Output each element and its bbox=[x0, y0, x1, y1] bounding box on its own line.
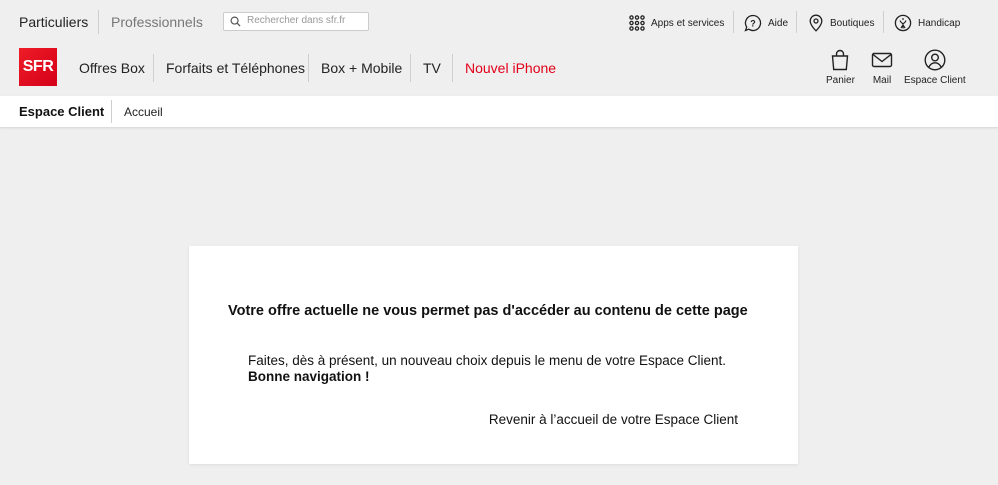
access-denied-card: Votre offre actuelle ne vous permet pas … bbox=[189, 246, 798, 464]
nav-box-mobile[interactable]: Box + Mobile bbox=[321, 60, 402, 76]
back-to-espace-client-link[interactable]: Revenir à l’accueil de votre Espace Clie… bbox=[489, 412, 738, 427]
sfr-logo[interactable]: SFR bbox=[19, 48, 57, 86]
help-bubble-icon: ? bbox=[744, 14, 762, 32]
shopping-bag-icon bbox=[832, 49, 849, 71]
nav-forfaits-telephones[interactable]: Forfaits et Téléphones bbox=[166, 60, 305, 76]
nav-divider bbox=[452, 54, 453, 82]
mail-label: Mail bbox=[872, 75, 892, 86]
user-icon bbox=[924, 49, 946, 71]
card-title: Votre offre actuelle ne vous permet pas … bbox=[228, 303, 748, 319]
search-input[interactable]: Rechercher dans sfr.fr bbox=[223, 12, 369, 31]
nav-divider bbox=[308, 54, 309, 82]
segment-divider bbox=[98, 10, 99, 34]
handicap-link[interactable]: Handicap bbox=[894, 12, 960, 34]
subbar-title: Espace Client bbox=[19, 104, 105, 119]
nav-offres-box[interactable]: Offres Box bbox=[79, 60, 145, 76]
search-placeholder: Rechercher dans sfr.fr bbox=[247, 15, 346, 26]
apps-services-label: Apps et services bbox=[651, 17, 725, 29]
card-signoff: Bonne navigation ! bbox=[248, 369, 370, 384]
mail-button[interactable]: Mail bbox=[871, 49, 893, 86]
map-pin-icon bbox=[809, 14, 823, 32]
aide-label: Aide bbox=[768, 17, 789, 29]
utility-divider bbox=[883, 11, 884, 33]
top-header: Particuliers Professionnels Rechercher d… bbox=[0, 0, 998, 96]
segment-particuliers[interactable]: Particuliers bbox=[19, 14, 88, 30]
handicap-label: Handicap bbox=[918, 17, 961, 29]
nav-nouvel-iphone[interactable]: Nouvel iPhone bbox=[465, 60, 556, 76]
mail-icon bbox=[871, 52, 893, 68]
espace-client-button[interactable]: Espace Client bbox=[904, 49, 966, 86]
apps-services-link[interactable]: Apps et services bbox=[629, 12, 724, 34]
panier-button[interactable]: Panier bbox=[826, 49, 855, 86]
subbar-accueil-link[interactable]: Accueil bbox=[124, 105, 163, 119]
aide-link[interactable]: ? Aide bbox=[744, 12, 788, 34]
grid-icon bbox=[629, 15, 645, 31]
panier-label: Panier bbox=[826, 75, 855, 86]
nav-divider bbox=[410, 54, 411, 82]
boutiques-link[interactable]: Boutiques bbox=[808, 12, 874, 34]
subbar-divider bbox=[111, 100, 112, 123]
search-icon bbox=[230, 16, 241, 27]
utility-divider bbox=[796, 11, 797, 33]
segment-professionnels[interactable]: Professionnels bbox=[111, 14, 203, 30]
nav-tv[interactable]: TV bbox=[423, 60, 441, 76]
nav-divider bbox=[153, 54, 154, 82]
espace-client-subbar: Espace Client Accueil bbox=[0, 96, 998, 127]
boutiques-label: Boutiques bbox=[830, 17, 875, 29]
espace-client-label: Espace Client bbox=[904, 75, 966, 86]
utility-divider bbox=[733, 11, 734, 33]
accessibility-icon bbox=[894, 14, 912, 32]
card-message: Faites, dès à présent, un nouveau choix … bbox=[248, 353, 727, 368]
svg-text:?: ? bbox=[750, 19, 756, 29]
